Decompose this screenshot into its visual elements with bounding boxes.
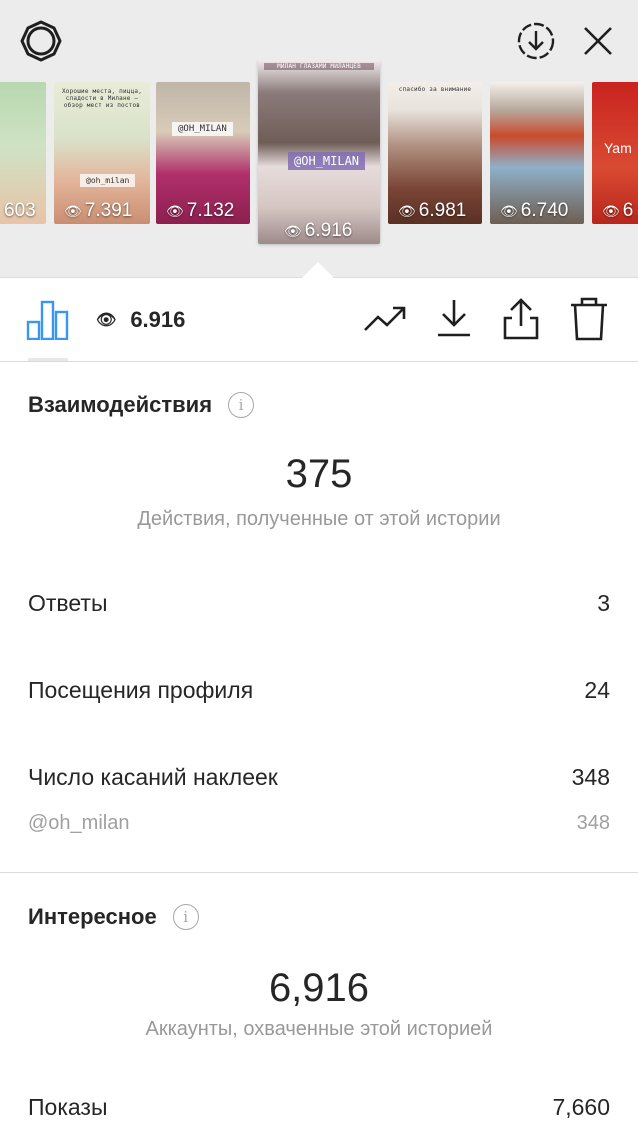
thumbnail-views: 👁 6.981 <box>398 200 467 221</box>
thumbnail-views: 👁 6.916 <box>284 220 353 241</box>
thumbnail-views: 👁 7.391 <box>64 200 133 221</box>
thumbnail-views: 👁 6.740 <box>500 200 569 221</box>
thumbnail-tag: @OH_MILAN <box>172 122 233 136</box>
discovery-description: Аккаунты, охваченные этой историей <box>145 1018 493 1040</box>
thumbnail-tag: @OH_MILAN <box>288 152 366 170</box>
story-thumbnail[interactable]: спасибо за внимание 👁 6.981 <box>388 82 482 224</box>
share-icon <box>503 298 539 340</box>
story-thumbnail-selected[interactable]: МИЛАН ГЛАЗАМИ МИЛАНЦЕВ @OH_MILAN 👁 6.916 <box>258 60 380 244</box>
stat-value: 24 <box>584 677 610 703</box>
eye-icon: 👁 <box>284 223 302 239</box>
story-thumbnail[interactable]: Хорошие места, пицца, сладости в Милане … <box>54 82 150 224</box>
story-carousel-area: 603 Хорошие места, пицца, сладости в Мил… <box>0 0 638 278</box>
stat-label: Посещения профиля <box>28 677 254 703</box>
story-thumbnail[interactable]: 👁 6.740 <box>490 82 584 224</box>
stat-label: Число касаний наклеек <box>28 764 278 790</box>
info-icon[interactable]: i <box>228 392 255 418</box>
story-thumbnails: 603 Хорошие места, пицца, сладости в Мил… <box>0 60 638 260</box>
thumbnail-caption: МИЛАН ГЛАЗАМИ МИЛАНЦЕВ <box>264 63 374 70</box>
share-button[interactable] <box>500 296 542 342</box>
eye-icon: 👁 <box>500 203 518 219</box>
stat-row-sticker-taps: Число касаний наклеек 348 <box>28 764 610 791</box>
eye-icon: 👁 <box>166 203 184 219</box>
close-icon <box>584 27 612 55</box>
eye-icon: 👁 <box>96 312 117 329</box>
settings-button[interactable] <box>16 18 66 64</box>
thumbnail-views: 👁 7.132 <box>166 200 235 221</box>
mention-value: 348 <box>576 812 610 834</box>
interactions-description: Действия, полученные от этой истории <box>137 508 501 530</box>
info-icon[interactable]: i <box>172 904 199 930</box>
interactions-total: 375 <box>285 452 353 496</box>
stat-row-impressions: Показы 7,660 <box>28 1094 610 1121</box>
stat-label: Показы <box>28 1094 108 1120</box>
close-button[interactable] <box>574 18 622 64</box>
discovery-total: 6,916 <box>268 966 370 1010</box>
thumbnail-caption: спасибо за внимание <box>398 86 472 93</box>
delete-button[interactable] <box>568 296 610 342</box>
story-thumbnail[interactable]: Yam 👁 6 <box>592 82 638 224</box>
tab-indicator <box>28 358 68 361</box>
thumbnail-tag: Yam <box>604 140 632 156</box>
eye-icon: 👁 <box>398 203 416 219</box>
thumbnail-tag: @oh_milan <box>80 174 136 187</box>
stat-row-sticker-mention: @oh_milan 348 <box>28 812 610 835</box>
eye-icon: 👁 <box>64 203 82 219</box>
stat-label: Ответы <box>28 590 108 616</box>
thumbnail-views: 603 <box>4 200 36 221</box>
stat-value: 3 <box>597 590 610 616</box>
interactions-section-title: Взаимодействия i <box>28 392 255 418</box>
save-button[interactable] <box>434 296 474 340</box>
download-story-button[interactable] <box>512 18 560 64</box>
download-icon <box>438 300 470 337</box>
bar-chart-icon <box>26 300 69 341</box>
selected-story-pointer <box>302 262 334 278</box>
tab-insights[interactable] <box>26 298 70 341</box>
discovery-title: Интересное <box>28 904 157 929</box>
thumbnail-views: 👁 6 <box>602 200 634 221</box>
mention-label: @oh_milan <box>28 812 130 834</box>
gear-icon <box>20 20 62 62</box>
section-divider <box>0 872 638 873</box>
stat-value: 7,660 <box>552 1094 610 1120</box>
interactions-title: Взаимодействия <box>28 392 213 417</box>
promote-button[interactable] <box>362 298 410 340</box>
story-views-count: 👁 6.916 <box>96 307 185 333</box>
stat-row-profile-visits: Посещения профиля 24 <box>28 677 610 704</box>
trash-icon <box>571 297 607 341</box>
stat-value: 348 <box>571 764 610 790</box>
story-toolbar: 👁 6.916 <box>0 278 638 362</box>
stat-row-replies: Ответы 3 <box>28 590 610 617</box>
discovery-section-title: Интересное i <box>28 904 199 930</box>
views-value: 6.916 <box>130 307 186 332</box>
thumbnail-caption: Хорошие места, пицца, сладости в Милане … <box>61 88 143 109</box>
trend-up-icon <box>364 306 406 331</box>
eye-icon: 👁 <box>602 203 620 219</box>
story-thumbnail[interactable]: @OH_MILAN 👁 7.132 <box>156 82 250 224</box>
story-thumbnail[interactable]: 603 <box>0 82 46 224</box>
download-circle-icon <box>517 22 555 60</box>
